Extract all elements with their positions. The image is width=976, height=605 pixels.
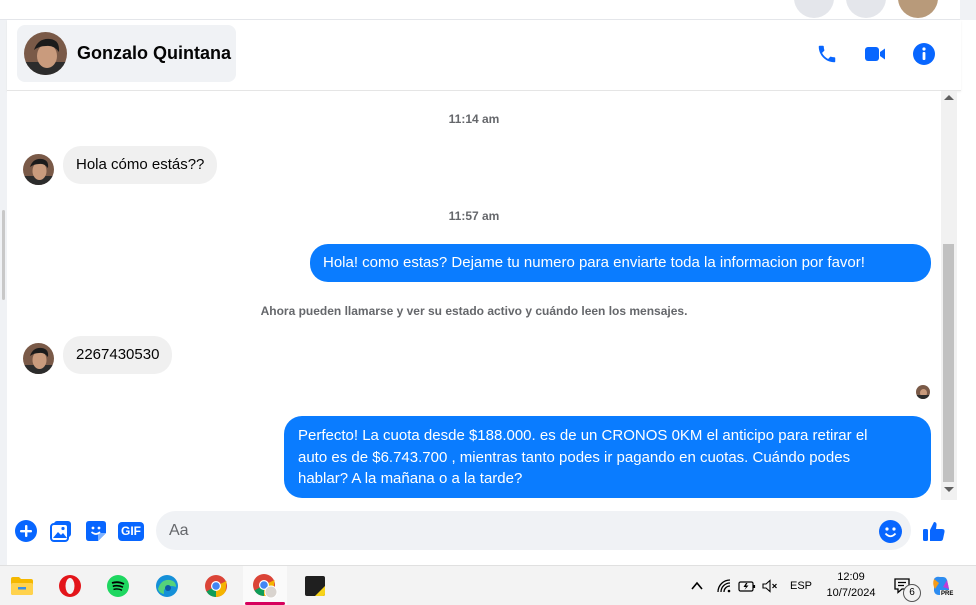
seen-indicator-avatar	[916, 385, 930, 399]
conversation-header: Gonzalo Quintana	[7, 20, 961, 91]
scroll-up-arrow[interactable]	[944, 95, 954, 100]
plus-circle-icon	[15, 520, 37, 542]
taskbar-spotify[interactable]	[96, 566, 140, 605]
gif-button[interactable]: GIF	[118, 519, 144, 543]
left-scroll-handle[interactable]	[2, 210, 5, 300]
thread-scrollbar[interactable]	[941, 91, 957, 500]
copilot-pre-badge: PRE	[940, 590, 955, 598]
taskbar-chrome[interactable]	[194, 566, 238, 605]
volume-muted-icon	[762, 578, 777, 593]
message-input[interactable]	[156, 511, 911, 550]
input-language[interactable]: ESP	[790, 566, 812, 605]
timestamp: 11:14 am	[448, 112, 500, 126]
system-clock[interactable]: 12:09 10/7/2024	[818, 569, 884, 601]
contact-chip[interactable]: Gonzalo Quintana	[17, 25, 236, 82]
thumbs-up-icon	[923, 522, 945, 541]
smiley-icon	[878, 519, 902, 543]
notification-count-badge: 6	[903, 584, 921, 602]
chrome-profile-icon	[253, 573, 278, 598]
folder-icon	[11, 576, 33, 595]
wifi-icon	[717, 578, 731, 592]
opera-icon	[59, 574, 81, 597]
status-notice: Ahora pueden llamarse y ver su estado ac…	[260, 304, 688, 318]
like-button[interactable]	[922, 519, 946, 543]
video-call-button[interactable]	[861, 40, 889, 68]
info-icon	[913, 43, 935, 65]
call-button[interactable]	[813, 40, 841, 68]
contact-name: Gonzalo Quintana	[77, 43, 232, 63]
taskbar-edge[interactable]	[145, 566, 189, 605]
battery-charging-icon	[738, 580, 756, 592]
outgoing-message-long[interactable]: Perfecto! La cuota desde $188.000. es de…	[284, 416, 931, 498]
message-line: hablar? A la mañana o a la tarde?	[298, 470, 523, 487]
network-status[interactable]	[716, 566, 732, 605]
attach-media-button[interactable]	[49, 519, 73, 543]
incoming-message[interactable]: 2267430530	[63, 336, 173, 374]
windows-taskbar: ESP 12:09 10/7/2024 6 PRE	[0, 565, 976, 605]
incoming-message[interactable]: Hola cómo estás??	[63, 146, 218, 184]
taskbar-sticky-app[interactable]	[293, 566, 337, 605]
edge-icon	[156, 574, 178, 597]
conversation-info-button[interactable]	[910, 40, 938, 68]
clock-date: 10/7/2024	[826, 587, 876, 599]
copilot-button[interactable]: PRE	[930, 566, 955, 605]
left-edge	[0, 20, 7, 565]
volume-status[interactable]	[762, 566, 778, 605]
taskbar-opera[interactable]	[48, 566, 92, 605]
chrome-icon	[205, 574, 227, 597]
spotify-icon	[107, 574, 129, 597]
contact-avatar-small	[23, 154, 54, 185]
gif-icon: GIF	[118, 521, 144, 541]
contact-avatar-small	[23, 343, 54, 374]
scroll-thumb[interactable]	[943, 244, 954, 482]
contact-avatar	[24, 32, 67, 75]
browser-top-strip	[0, 0, 976, 20]
notification-center[interactable]: 6	[893, 566, 921, 605]
emoji-button[interactable]	[878, 519, 902, 543]
message-line: Perfecto! La cuota desde $188.000. es de…	[298, 427, 868, 444]
show-hidden-icons-button[interactable]	[690, 566, 704, 605]
clock-time: 12:09	[837, 571, 865, 583]
phone-icon	[818, 45, 836, 63]
composer-bar: GIF	[7, 500, 957, 565]
taskbar-file-explorer[interactable]	[0, 566, 44, 605]
photo-gallery-icon	[50, 521, 71, 542]
message-thread: 11:14 am Hola cómo estás?? 11:57 am Hola…	[7, 91, 941, 500]
sticker-button[interactable]	[84, 519, 108, 543]
right-gutter	[957, 20, 976, 565]
sticker-icon	[86, 521, 106, 541]
battery-status[interactable]	[738, 566, 756, 605]
taskbar-chrome-profile-active[interactable]	[243, 566, 287, 605]
message-line: auto es de $6.743.700 , mientras tanto p…	[298, 448, 851, 466]
scroll-down-arrow[interactable]	[944, 487, 954, 492]
chevron-up-icon	[691, 581, 703, 590]
outgoing-message[interactable]: Hola! como estas? Dejame tu numero para …	[310, 244, 931, 282]
more-actions-button[interactable]	[14, 519, 38, 543]
sticky-notes-icon	[305, 575, 325, 596]
video-camera-icon	[865, 47, 885, 61]
timestamp: 11:57 am	[448, 209, 500, 223]
